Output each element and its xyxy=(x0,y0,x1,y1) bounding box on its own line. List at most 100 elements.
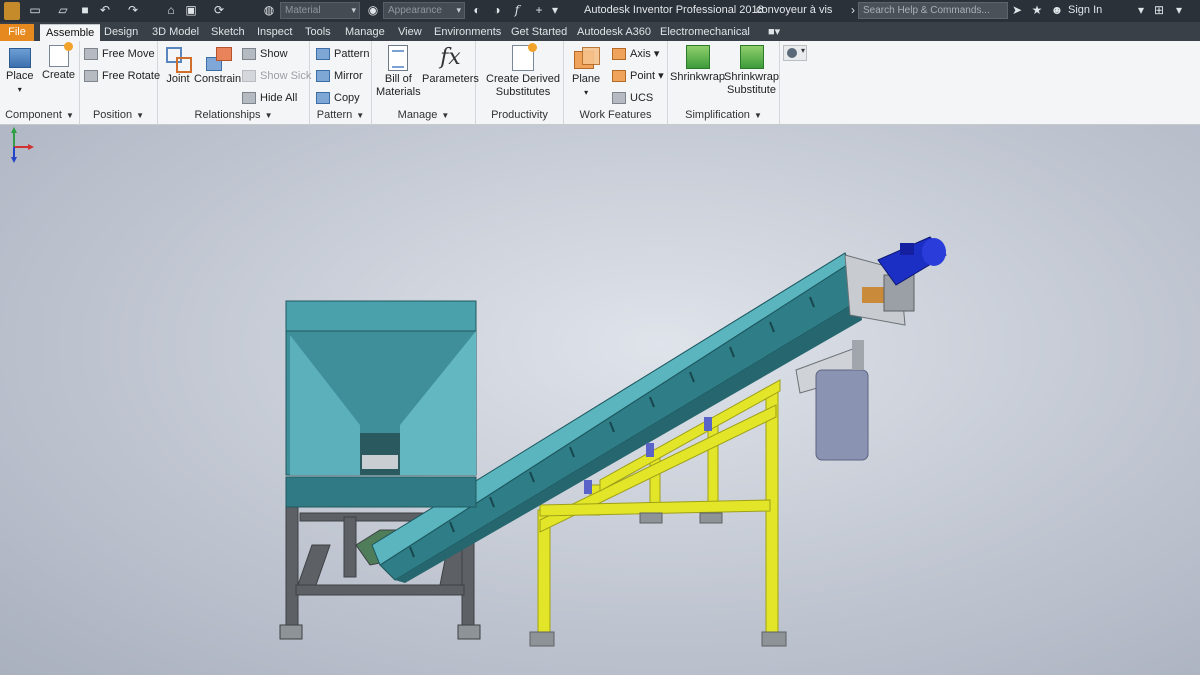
create-label: Create xyxy=(42,69,76,81)
point-icon xyxy=(612,70,626,82)
tab-file[interactable]: File xyxy=(0,24,34,41)
ribbon-options-icon[interactable] xyxy=(783,45,807,61)
tab-tools[interactable]: Tools xyxy=(299,24,337,41)
document-title: convoyeur à vis xyxy=(756,4,833,16)
save-icon[interactable]: ■ xyxy=(78,3,92,17)
graphics-viewport[interactable] xyxy=(0,125,1200,675)
help-icon[interactable]: ▾ xyxy=(1172,3,1186,17)
appearance-combo-value: Appearance xyxy=(388,5,442,16)
bill-of-materials-button[interactable]: Bill of Materials xyxy=(376,45,421,99)
tab-environments[interactable]: Environments xyxy=(428,24,507,41)
tab-manage[interactable]: Manage xyxy=(339,24,391,41)
tab-inspect[interactable]: Inspect xyxy=(251,24,298,41)
tab-electromechanical[interactable]: Electromechanical xyxy=(654,24,756,41)
material-combo[interactable]: Material ▾ xyxy=(280,2,360,19)
show-button[interactable]: Show xyxy=(242,45,288,63)
update-icon[interactable]: ⟳ xyxy=(212,3,226,17)
free-rotate-button[interactable]: Free Rotate xyxy=(84,67,160,85)
home-icon[interactable]: ⌂ xyxy=(164,3,178,17)
appearance-combo[interactable]: Appearance ▾ xyxy=(383,2,465,19)
hide-all-icon xyxy=(242,92,256,104)
show-sick-icon xyxy=(242,70,256,82)
mirror-label: Mirror xyxy=(334,70,363,82)
manage-title: Manage xyxy=(397,109,438,121)
undo-icon[interactable]: ↶ xyxy=(98,3,112,17)
dropdown-icon[interactable]: ▾ xyxy=(1134,3,1148,17)
place-button[interactable]: Place ▾ xyxy=(6,45,34,96)
simplification-title: Simplification xyxy=(685,109,750,121)
plane-dropdown-icon[interactable]: ▾ xyxy=(572,86,600,99)
tab-view[interactable]: View xyxy=(392,24,428,41)
panel-title-position[interactable]: Position ▼ xyxy=(80,109,157,123)
select-icon[interactable]: ▣ xyxy=(184,3,198,17)
app-title: Autodesk Inventor Professional 2018 xyxy=(584,4,764,16)
fx-icon[interactable]: f xyxy=(510,3,524,17)
panel-title-work-features: Work Features xyxy=(564,109,667,123)
show-sick-button[interactable]: Show Sick xyxy=(242,67,311,85)
panel-title-component[interactable]: Component ▼ xyxy=(0,109,79,123)
shrinkwrap-button[interactable]: Shrinkwrap xyxy=(670,45,725,84)
bom-label-1: Bill of xyxy=(384,73,412,85)
parameters-label: Parameters xyxy=(422,73,479,85)
panel-productivity: Create Derived Substitutes Productivity xyxy=(476,41,564,125)
panel-title-pattern[interactable]: Pattern ▼ xyxy=(310,109,371,123)
shrinkwrap-substitute-button[interactable]: Shrinkwrap Substitute xyxy=(724,45,779,97)
globe-icon[interactable]: ◍ xyxy=(262,3,276,17)
constrain-button[interactable]: Constrain xyxy=(194,45,241,86)
derived-substitutes-icon xyxy=(511,43,537,71)
star-icon[interactable]: ★ xyxy=(1030,3,1044,17)
tab-design[interactable]: Design xyxy=(98,24,144,41)
shrinkwrap-icon xyxy=(685,45,710,69)
hide-all-button[interactable]: Hide All xyxy=(242,89,297,107)
create-derived-substitutes-button[interactable]: Create Derived Substitutes xyxy=(486,43,560,99)
bill-of-materials-icon xyxy=(388,45,409,71)
clear-appearance-icon[interactable]: ◑ xyxy=(490,3,504,17)
panel-title-simplification[interactable]: Simplification ▼ xyxy=(668,109,779,123)
video-icon[interactable]: ■▾ xyxy=(762,24,786,41)
mirror-button[interactable]: Mirror xyxy=(316,67,363,85)
plane-button[interactable]: Plane ▾ xyxy=(572,45,600,99)
plus-icon[interactable]: + xyxy=(532,3,546,17)
place-dropdown-icon[interactable]: ▾ xyxy=(6,83,34,96)
new-icon[interactable]: ▭ xyxy=(28,3,42,17)
app-logo-icon[interactable] xyxy=(4,2,20,20)
panel-title-manage[interactable]: Manage ▼ xyxy=(372,109,475,123)
redo-icon[interactable]: ↷ xyxy=(126,3,140,17)
joint-icon xyxy=(164,45,192,73)
copy-button[interactable]: Copy xyxy=(316,89,360,107)
show-label: Show xyxy=(260,48,288,60)
point-button[interactable]: Point ▾ xyxy=(612,67,664,85)
sign-in-link[interactable]: Sign In xyxy=(1068,4,1102,16)
pattern-button[interactable]: Pattern xyxy=(316,45,369,63)
tab-get-started[interactable]: Get Started xyxy=(505,24,573,41)
mirror-icon xyxy=(316,70,330,82)
show-icon xyxy=(242,48,256,60)
fx-parameters-icon: fx xyxy=(440,45,461,70)
axis-button[interactable]: Axis ▾ xyxy=(612,45,659,63)
shrinkwrap-sub-label-2: Substitute xyxy=(727,84,776,96)
open-icon[interactable]: ▱ xyxy=(56,3,70,17)
parameters-button[interactable]: fx Parameters xyxy=(422,45,479,86)
pattern-icon xyxy=(316,48,330,60)
create-button[interactable]: Create xyxy=(42,42,76,82)
user-icon[interactable]: ☻ xyxy=(1050,3,1064,17)
customize-icon[interactable]: ▾ xyxy=(548,3,562,17)
appearance-icon[interactable]: ◐ xyxy=(470,3,484,17)
tab-assemble[interactable]: Assemble xyxy=(40,24,101,41)
search-arrow-icon[interactable]: ➤ xyxy=(1010,3,1024,17)
component-title: Component xyxy=(5,109,62,121)
tab-sketch[interactable]: Sketch xyxy=(205,24,251,41)
help-search-input[interactable]: Search Help & Commands... xyxy=(858,2,1008,19)
tab-3d-model[interactable]: 3D Model xyxy=(146,24,205,41)
cart-icon[interactable]: ⊞ xyxy=(1152,3,1166,17)
free-move-button[interactable]: Free Move xyxy=(84,45,155,63)
tab-autodesk-a360[interactable]: Autodesk A360 xyxy=(571,24,657,41)
ucs-button[interactable]: UCS xyxy=(612,89,653,107)
color-icon[interactable]: ◉ xyxy=(366,3,380,17)
ucs-label: UCS xyxy=(630,92,654,104)
productivity-title: Productivity xyxy=(491,109,548,121)
copy-label: Copy xyxy=(334,92,360,104)
joint-button[interactable]: Joint xyxy=(164,45,192,86)
derived-label-1: Create Derived xyxy=(486,73,560,85)
panel-title-relationships[interactable]: Relationships ▼ xyxy=(158,109,309,123)
